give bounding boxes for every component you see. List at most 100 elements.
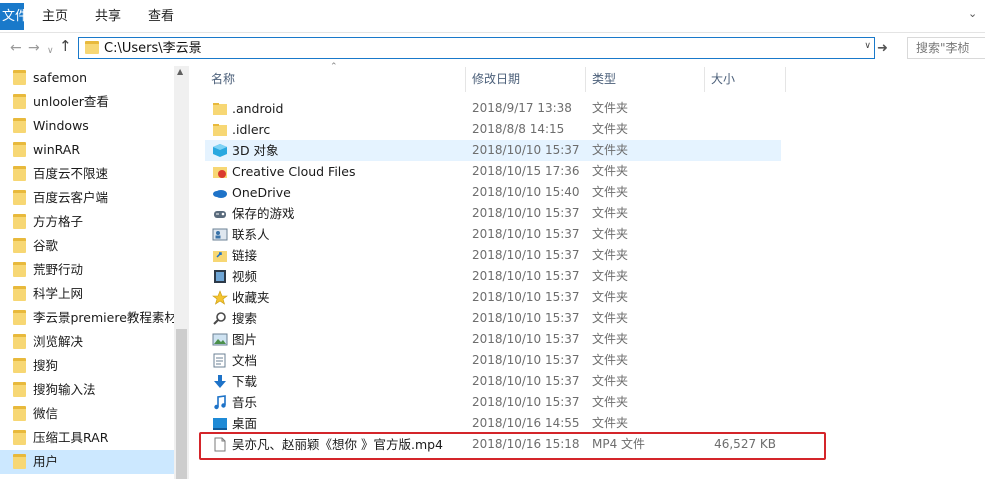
tab-file[interactable]: 文件 [0,3,24,30]
navigation-bar: ← → ∨ ↑ C:\Users\李云景 ∨ ➜ 搜索"李桢 [0,33,985,63]
back-arrow-icon[interactable]: ← [10,40,22,56]
nav-pane-item[interactable]: 李云景premiere教程素材 [0,306,177,330]
file-row[interactable]: OneDrive 2018/10/10 15:40 文件夹 [205,182,781,203]
file-name: 搜索 [232,311,258,326]
nav-pane-item[interactable]: safemon [0,66,175,90]
music-icon [212,395,228,410]
column-divider[interactable] [704,67,705,92]
nav-pane-item[interactable]: unlooler查看 [0,90,175,114]
tab-view[interactable]: 查看 [148,3,174,30]
file-type: 文件夹 [592,395,629,409]
file-row[interactable]: 联系人 2018/10/10 15:37 文件夹 [205,224,781,245]
file-type: 文件夹 [592,143,629,157]
nav-pane-item-label: 搜狗输入法 [33,382,96,397]
folder-icon [13,430,26,445]
column-divider[interactable] [785,67,786,92]
file-row[interactable]: 视频 2018/10/10 15:37 文件夹 [205,266,781,287]
sort-ascending-caret-icon: ⌃ [330,62,338,72]
forward-arrow-icon[interactable]: → [28,40,40,56]
address-bar[interactable]: C:\Users\李云景 ∨ [78,37,875,59]
folder-icon [13,190,26,205]
navigation-pane: 用户 压缩工具RAR 微信 搜狗输入法 搜狗 浏览解决 李云景premiere教程素材 科学上… [0,63,190,479]
file-date: 2018/10/10 15:37 [472,395,580,409]
navigation-scrollbar[interactable]: ▲ [174,66,189,479]
nav-pane-item-label: 百度云不限速 [33,166,109,181]
folder-icon [13,406,26,421]
file-type: 文件夹 [592,311,629,325]
file-name: Creative Cloud Files [232,164,356,179]
file-date: 2018/10/10 15:37 [472,311,580,325]
tab-home[interactable]: 主页 [42,3,68,30]
file-row[interactable]: 桌面 2018/10/16 14:55 文件夹 [205,413,781,434]
nav-pane-item[interactable]: 百度云不限速 [0,162,175,186]
column-divider[interactable] [465,67,466,92]
nav-pane-item-label: unlooler查看 [33,94,109,109]
file-row[interactable]: 下载 2018/10/10 15:37 文件夹 [205,371,781,392]
nav-pane-item[interactable]: 搜狗输入法 [0,378,175,402]
file-row[interactable]: .idlerc 2018/8/8 14:15 文件夹 [205,119,781,140]
nav-pane-item[interactable]: winRAR [0,138,175,162]
nav-pane-item[interactable]: 搜狗 [0,354,175,378]
folder-icon [13,334,26,349]
ribbon-expand-chevron-icon[interactable]: ⌄ [968,7,977,20]
nav-pane-item-label: 谷歌 [33,238,59,253]
file-row[interactable]: 3D 对象 2018/10/10 15:37 文件夹 [205,140,781,161]
searches-icon [212,311,228,326]
file-row[interactable]: Creative Cloud Files 2018/10/15 17:36 文件夹 [205,161,781,182]
file-row[interactable]: 搜索 2018/10/10 15:37 文件夹 [205,308,781,329]
file-date: 2018/10/15 17:36 [472,164,580,178]
file-type: 文件夹 [592,332,629,346]
nav-pane-item-label: 搜狗 [33,358,59,373]
file-name: 图片 [232,332,258,347]
scrollbar-thumb[interactable] [176,329,187,479]
nav-pane-item[interactable]: 压缩工具RAR [0,426,175,450]
creative-cloud-icon [212,164,228,179]
annotation-highlight-box [199,432,826,460]
column-header-type[interactable]: 类型 [592,67,616,92]
search-input[interactable]: 搜索"李桢 [907,37,985,59]
file-row[interactable]: 文档 2018/10/10 15:37 文件夹 [205,350,781,371]
file-row[interactable]: 收藏夹 2018/10/10 15:37 文件夹 [205,287,781,308]
file-row[interactable]: 图片 2018/10/10 15:37 文件夹 [205,329,781,350]
pictures-icon [212,332,228,347]
up-arrow-icon[interactable]: ↑ [59,38,72,54]
nav-pane-item[interactable]: Windows [0,114,175,138]
tab-share[interactable]: 共享 [95,3,121,30]
recent-locations-chevron-icon[interactable]: ∨ [47,43,54,59]
address-path[interactable]: C:\Users\李云景 [104,40,202,57]
file-date: 2018/10/10 15:37 [472,374,580,388]
folder-icon [13,382,26,397]
file-name: 下载 [232,374,258,389]
file-name: 3D 对象 [232,143,279,158]
nav-pane-item[interactable]: 微信 [0,402,175,426]
nav-pane-item-label: 用户 [33,454,59,469]
file-name: 文档 [232,353,258,368]
nav-pane-item[interactable]: 谷歌 [0,234,175,258]
nav-pane-item[interactable]: 方方格子 [0,210,175,234]
file-row[interactable]: 音乐 2018/10/10 15:37 文件夹 [205,392,781,413]
column-header-size[interactable]: 大小 [711,67,735,92]
nav-pane-item[interactable]: 科学上网 [0,282,175,306]
nav-pane-item[interactable]: 荒野行动 [0,258,175,282]
folder-icon [13,118,26,133]
nav-pane-item-label: 浏览解决 [33,334,84,349]
column-divider[interactable] [585,67,586,92]
3d-objects-icon [212,143,228,158]
nav-pane-item-label: 压缩工具RAR [33,430,109,445]
nav-pane-item-label: winRAR [33,142,81,157]
folder-icon [13,358,26,373]
file-row[interactable]: 链接 2018/10/10 15:37 文件夹 [205,245,781,266]
go-arrow-icon[interactable]: ➜ [877,41,888,56]
column-header-date[interactable]: 修改日期 [472,67,520,92]
column-header-name[interactable]: 名称 [211,67,235,92]
nav-pane-item[interactable]: 浏览解决 [0,330,175,354]
address-dropdown-chevron-icon[interactable]: ∨ [864,41,871,51]
file-row[interactable]: .android 2018/9/17 13:38 文件夹 [205,98,781,119]
file-row[interactable]: 保存的游戏 2018/10/10 15:37 文件夹 [205,203,781,224]
nav-pane-item[interactable]: 百度云客户端 [0,186,175,210]
folder-icon [13,166,26,181]
file-type: 文件夹 [592,206,629,220]
nav-pane-item[interactable]: 用户 [0,450,175,474]
file-date: 2018/8/8 14:15 [472,122,565,136]
scroll-up-arrow-icon[interactable]: ▲ [177,67,183,76]
